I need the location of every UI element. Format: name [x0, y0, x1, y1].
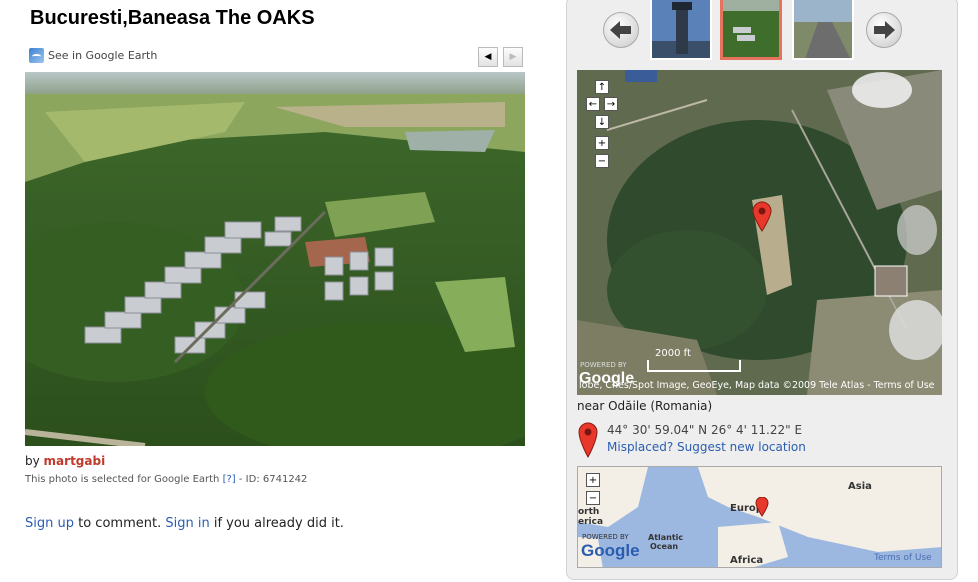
google-earth-link[interactable]: See in Google Earth — [29, 48, 157, 63]
photo-title: Bucuresti,Baneasa The OAKS — [30, 7, 315, 29]
previous-thumbnails-button[interactable] — [603, 12, 639, 48]
near-location: near Odăile (Romania) — [577, 399, 713, 413]
world-overview-map[interactable]: Asia Europ orth erica Atlantic Ocean Afr… — [577, 466, 942, 568]
map-label-atlantic: Atlantic — [648, 533, 684, 542]
map-attribution[interactable]: lobe, Cnes/Spot Image, GeoEye, Map data … — [579, 380, 939, 391]
world-google-logo: Google — [581, 541, 640, 560]
help-link[interactable]: [?] — [223, 474, 236, 485]
ge-note-text: This photo is selected for Google Earth — [25, 474, 220, 485]
photo-id: - ID: 6741242 — [238, 474, 308, 485]
google-earth-icon — [29, 48, 44, 63]
zoom-out-button[interactable]: − — [595, 154, 609, 168]
map-label-north: orth — [578, 507, 600, 517]
thumbnail-tower[interactable] — [650, 0, 712, 60]
comment-prompt: Sign up to comment. Sign in if you alrea… — [25, 516, 344, 531]
thumbnail-highway[interactable] — [792, 0, 854, 60]
pan-down-button[interactable]: ↓ — [595, 115, 609, 129]
gps-coordinates: 44° 30' 59.04" N 26° 4' 11.22" E — [607, 423, 803, 437]
zoom-in-button[interactable]: + — [595, 136, 609, 150]
comment-text: to comment. — [78, 516, 162, 531]
map-label-ocean: Ocean — [650, 542, 679, 551]
triangle-right-icon: ▶ — [509, 52, 517, 62]
map-scale-label: 2000 ft — [655, 348, 691, 359]
aerial-photo — [25, 72, 525, 446]
pan-right-button[interactable]: → — [604, 97, 618, 111]
triangle-left-icon: ◀ — [484, 52, 492, 62]
map-label-africa: Africa — [730, 555, 764, 566]
suggest-location-link[interactable]: Misplaced? Suggest new location — [607, 440, 806, 454]
map-label-asia: Asia — [848, 481, 872, 492]
google-earth-link-label: See in Google Earth — [48, 49, 158, 62]
powered-by-label: POWERED BY — [580, 361, 627, 369]
next-photo-button[interactable]: ▶ — [503, 47, 523, 67]
sign-up-link[interactable]: Sign up — [25, 516, 74, 531]
world-zoom-out-button[interactable]: − — [586, 491, 600, 505]
location-pin-icon — [578, 422, 598, 458]
previous-photo-button[interactable]: ◀ — [478, 47, 498, 67]
map-scale-bar: 2000 ft — [647, 348, 741, 372]
world-terms-link[interactable]: Terms of Use — [874, 553, 932, 563]
satellite-map[interactable]: ↑ ← → ↓ + − 2000 ft POWERED BY Google lo… — [577, 70, 942, 395]
thumbnail-selected-aerial[interactable] — [720, 0, 782, 60]
world-zoom-in-button[interactable]: + — [586, 473, 600, 487]
arrow-right-icon — [874, 21, 895, 39]
world-powered-by-label: POWERED BY — [582, 533, 629, 541]
map-label-america: erica — [578, 517, 604, 527]
sign-in-link[interactable]: Sign in — [165, 516, 209, 531]
pan-up-button[interactable]: ↑ — [595, 80, 609, 94]
next-thumbnails-button[interactable] — [866, 12, 902, 48]
comment-text-2: if you already did it. — [213, 516, 344, 531]
by-label: by — [25, 454, 40, 468]
google-earth-note: This photo is selected for Google Earth … — [25, 474, 307, 485]
author-link[interactable]: martgabi — [44, 454, 106, 468]
pan-left-button[interactable]: ← — [586, 97, 600, 111]
photo-byline: by martgabi — [25, 454, 105, 468]
world-marker-icon — [755, 497, 769, 517]
arrow-left-icon — [610, 21, 631, 39]
location-marker-icon[interactable] — [751, 200, 773, 232]
